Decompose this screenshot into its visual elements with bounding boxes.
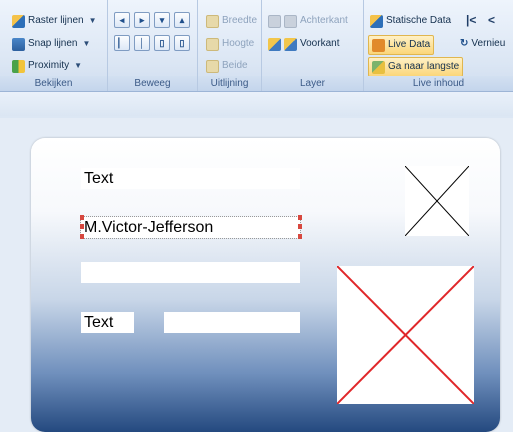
- bring-front-stack-icon: [284, 37, 297, 51]
- move-up-button[interactable]: ▴: [174, 12, 190, 28]
- proximity-label: Proximity: [28, 60, 70, 71]
- raster-lijnen-button[interactable]: Raster lijnen ▼: [12, 12, 97, 30]
- ga-naar-langste-button[interactable]: Ga naar langste: [368, 57, 464, 77]
- achterkant-label: Achterkant: [300, 15, 348, 26]
- move-down-button[interactable]: ▾: [154, 12, 170, 28]
- group-label-bekijken: Bekijken: [0, 76, 107, 91]
- group-beweeg: ◂ ▸ ▾ ▴ ▏ │ ▯ ▯ Beweeg: [108, 0, 198, 91]
- vernieuwen-label: Vernieu: [471, 38, 506, 49]
- group-layer: Achterkant Voorkant Layer: [262, 0, 364, 91]
- move-left-button[interactable]: ◂: [114, 12, 130, 28]
- image-placeholder-icon: [404, 165, 470, 237]
- resize-handle[interactable]: [298, 224, 302, 229]
- group-live-inhoud: Statische Data |< < Live Data ↻ Vernieu …: [364, 0, 513, 91]
- move-right-button[interactable]: ▸: [134, 12, 150, 28]
- dropdown-arrow-icon[interactable]: ▼: [89, 12, 97, 30]
- go-to-longest-icon: [372, 60, 385, 74]
- hoogte-label: Hoogte: [222, 38, 255, 49]
- distribute-h-button[interactable]: ▯: [154, 35, 170, 51]
- dropdown-arrow-icon[interactable]: ▼: [82, 35, 90, 53]
- text-field-1[interactable]: Text: [81, 168, 300, 189]
- text-field-3[interactable]: [164, 312, 300, 333]
- first-record-icon[interactable]: |<: [466, 13, 476, 27]
- live-data-icon: [372, 38, 385, 52]
- ga-naar-langste-label: Ga naar langste: [388, 61, 460, 72]
- hoogte-button[interactable]: Hoogte: [206, 35, 254, 53]
- send-back-stack-icon: [284, 14, 297, 28]
- bring-front-icon: [268, 37, 281, 51]
- beide-button[interactable]: Beide: [206, 57, 248, 75]
- align-left-button[interactable]: ▏: [114, 35, 130, 51]
- grid-lines-icon: [12, 14, 25, 28]
- achterkant-button[interactable]: Achterkant: [268, 12, 348, 30]
- text-field-2[interactable]: Text: [81, 312, 134, 333]
- dropdown-arrow-icon[interactable]: ▼: [74, 57, 82, 75]
- previous-record-icon[interactable]: <: [488, 13, 495, 27]
- breedte-button[interactable]: Breedte: [206, 12, 257, 30]
- resize-handle[interactable]: [298, 234, 302, 239]
- workspace-header-strip: [0, 92, 513, 116]
- refresh-icon: ↻: [460, 38, 469, 49]
- height-icon: [206, 37, 219, 51]
- resize-handle[interactable]: [298, 215, 302, 220]
- image-placeholder-large[interactable]: [336, 265, 475, 405]
- width-icon: [206, 14, 219, 28]
- voorkant-button[interactable]: Voorkant: [268, 35, 339, 53]
- group-uitlijning: Breedte Hoogte Beide Uitlijning: [198, 0, 262, 91]
- image-placeholder-small[interactable]: [404, 165, 470, 237]
- live-data-label: Live Data: [388, 39, 431, 50]
- snap-lijnen-button[interactable]: Snap lijnen ▼: [12, 35, 90, 53]
- resize-handle[interactable]: [80, 215, 84, 220]
- static-data-icon: [370, 14, 383, 28]
- beide-label: Beide: [222, 60, 248, 71]
- proximity-icon: [12, 59, 25, 73]
- resize-handle[interactable]: [80, 224, 84, 229]
- snap-lijnen-label: Snap lijnen: [28, 38, 78, 49]
- both-icon: [206, 59, 219, 73]
- breedte-label: Breedte: [222, 15, 258, 26]
- group-label-layer: Layer: [262, 76, 363, 91]
- ribbon-toolbar: Raster lijnen ▼ Snap lijnen ▼ Proximity …: [0, 0, 513, 92]
- group-label-beweeg: Beweeg: [108, 76, 197, 91]
- voorkant-label: Voorkant: [300, 38, 340, 49]
- distribute-v-button[interactable]: ▯: [174, 35, 190, 51]
- vernieuwen-button[interactable]: ↻ Vernieu: [460, 35, 505, 53]
- text-field-empty[interactable]: [81, 262, 300, 283]
- statische-data-label: Statische Data: [386, 15, 452, 26]
- proximity-button[interactable]: Proximity ▼: [12, 57, 82, 75]
- group-bekijken: Raster lijnen ▼ Snap lijnen ▼ Proximity …: [0, 0, 108, 91]
- image-placeholder-icon: [336, 265, 475, 405]
- group-label-live-inhoud: Live inhoud: [364, 76, 513, 91]
- statische-data-button[interactable]: Statische Data: [370, 12, 451, 30]
- snap-lines-icon: [12, 37, 25, 51]
- card-design[interactable]: Text M.Victor-Jefferson Text: [31, 138, 500, 432]
- resize-handle[interactable]: [80, 234, 84, 239]
- align-center-button[interactable]: │: [134, 35, 150, 51]
- group-label-uitlijning: Uitlijning: [198, 76, 261, 91]
- send-back-icon: [268, 14, 281, 28]
- live-data-button[interactable]: Live Data: [368, 35, 435, 55]
- name-field[interactable]: M.Victor-Jefferson: [80, 216, 301, 239]
- raster-lijnen-label: Raster lijnen: [28, 15, 84, 26]
